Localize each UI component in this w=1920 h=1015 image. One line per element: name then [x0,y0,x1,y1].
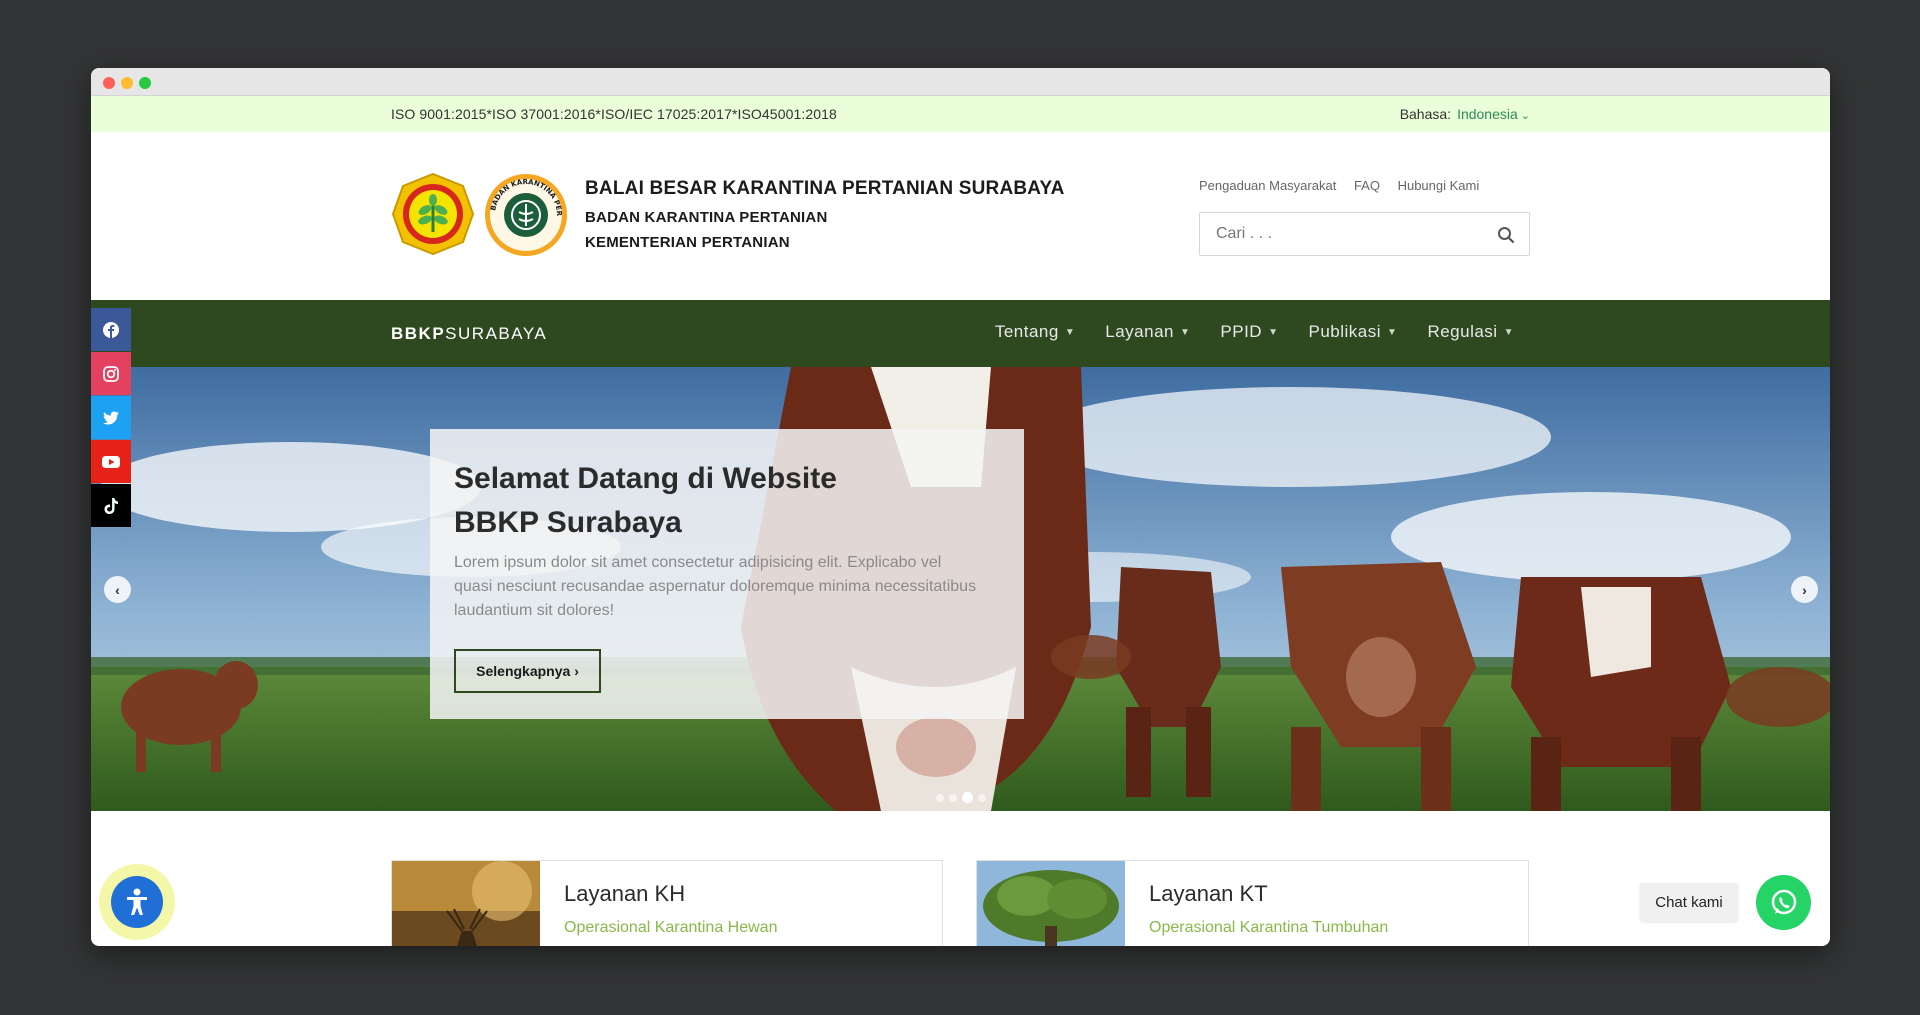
whatsapp-icon [1771,889,1796,914]
chevron-down-icon: ▼ [1387,326,1398,338]
nav-tentang[interactable]: Tentang ▼ [995,322,1075,342]
window-titlebar [91,68,1830,96]
chevron-down-icon: ▼ [1268,326,1279,338]
maximize-window-button[interactable] [139,77,151,89]
agency-logo[interactable]: BADAN KARANTINA PERTANIAN [483,172,569,258]
link-pengaduan[interactable]: Pengaduan Masyarakat [1199,178,1336,193]
brand-light: SURABAYA [445,324,548,343]
iso-certifications: ISO 9001:2015*ISO 37001:2016*ISO/IEC 170… [391,106,837,122]
carousel-prev-button[interactable]: ‹ [104,576,131,603]
organization-name: BALAI BESAR KARANTINA PERTANIAN SURABAYA… [585,178,1065,251]
nav-ppid[interactable]: PPID ▼ [1220,322,1278,342]
language-value[interactable]: Indonesia [1457,106,1518,122]
main-navbar: BBKPSURABAYA Tentang ▼ Layanan ▼ PPID ▼ Pub… [91,300,1830,367]
carousel-dot[interactable] [978,793,986,802]
ministry-logo[interactable] [391,172,475,256]
accessibility-icon [111,876,163,928]
facebook-icon[interactable] [91,308,131,351]
chevron-down-icon: ⌄ [1520,110,1530,122]
nav-ppid-label: PPID [1220,322,1263,341]
service-card-kt[interactable]: Layanan KT Operasional Karantina Tumbuha… [976,860,1529,946]
nav-tentang-label: Tentang [994,322,1059,341]
search-box [1199,212,1530,256]
twitter-icon[interactable] [91,396,131,439]
chevron-right-icon: › [1802,581,1807,598]
nav-layanan-label: Layanan [1105,322,1174,341]
nav-publikasi-label: Publikasi [1308,322,1382,341]
nav-layanan[interactable]: Layanan ▼ [1105,322,1190,342]
chevron-right-icon: › [574,663,579,679]
site-header: BADAN KARANTINA PERTANIAN BALAI BESAR KA… [91,132,1830,300]
search-input[interactable] [1216,213,1486,255]
org-main-title: BALAI BESAR KARANTINA PERTANIAN SURABAYA [585,178,1065,199]
chevron-down-icon: ▼ [1064,326,1076,338]
tiktok-icon[interactable] [91,484,131,527]
nav-menu: Tentang ▼ Layanan ▼ PPID ▼ Publikasi ▼ Regul… [995,322,1514,342]
chat-label[interactable]: Chat kami [1640,883,1738,921]
carousel-dot-active[interactable] [962,792,973,803]
tree-image [977,861,1125,946]
carousel-dot[interactable] [949,793,957,802]
service-subtitle: Operasional Karantina Hewan [564,919,778,936]
site-brand[interactable]: BBKPSURABAYA [391,324,547,344]
carousel-indicators [936,792,986,803]
deer-image [392,861,540,946]
link-hubungi[interactable]: Hubungi Kami [1398,178,1480,193]
hero-carousel: Selamat Datang di Website BBKP Surabaya … [91,367,1830,811]
org-ministry: KEMENTERIAN PERTANIAN [585,234,790,251]
chevron-left-icon: ‹ [115,581,120,598]
selengkapnya-button[interactable]: Selengkapnya › [454,649,601,693]
carousel-dot[interactable] [936,793,944,802]
service-title: Layanan KH [564,881,686,906]
service-card-kh[interactable]: Layanan KH Operasional Karantina Hewan [391,860,943,946]
hero-card: Selamat Datang di Website BBKP Surabaya … [430,429,1024,719]
language-selector[interactable]: Bahasa: Indonesia ⌄ [1400,106,1530,122]
selengkapnya-label: Selengkapnya [476,663,571,679]
top-info-bar: ISO 9001:2015*ISO 37001:2016*ISO/IEC 170… [91,96,1830,132]
nav-regulasi[interactable]: Regulasi ▼ [1427,322,1514,342]
accessibility-button[interactable] [99,864,175,940]
carousel-next-button[interactable]: › [1791,576,1818,603]
nav-publikasi[interactable]: Publikasi ▼ [1308,322,1397,342]
language-label: Bahasa: [1399,106,1452,122]
search-icon[interactable] [1497,226,1515,244]
header-quick-links: Pengaduan Masyarakat FAQ Hubungi Kami [1199,178,1493,193]
browser-window: ISO 9001:2015*ISO 37001:2016*ISO/IEC 170… [91,68,1830,946]
brand-bold: BBKP [391,324,446,343]
hero-title: Selamat Datang di Website BBKP Surabaya [454,462,837,539]
link-faq[interactable]: FAQ [1354,178,1380,193]
service-title: Layanan KT [1149,881,1268,906]
chevron-down-icon: ▼ [1503,326,1514,338]
instagram-icon[interactable] [91,352,131,395]
nav-regulasi-label: Regulasi [1427,322,1498,341]
chevron-down-icon: ▼ [1179,326,1191,338]
hero-text: Lorem ipsum dolor sit amet consectetur a… [454,554,977,619]
service-subtitle: Operasional Karantina Tumbuhan [1149,919,1389,936]
social-sidebar [91,308,131,528]
youtube-icon[interactable] [91,440,131,483]
whatsapp-button[interactable] [1756,875,1811,930]
org-agency: BADAN KARANTINA PERTANIAN [585,209,828,226]
minimize-window-button[interactable] [121,77,133,89]
close-window-button[interactable] [103,77,115,89]
